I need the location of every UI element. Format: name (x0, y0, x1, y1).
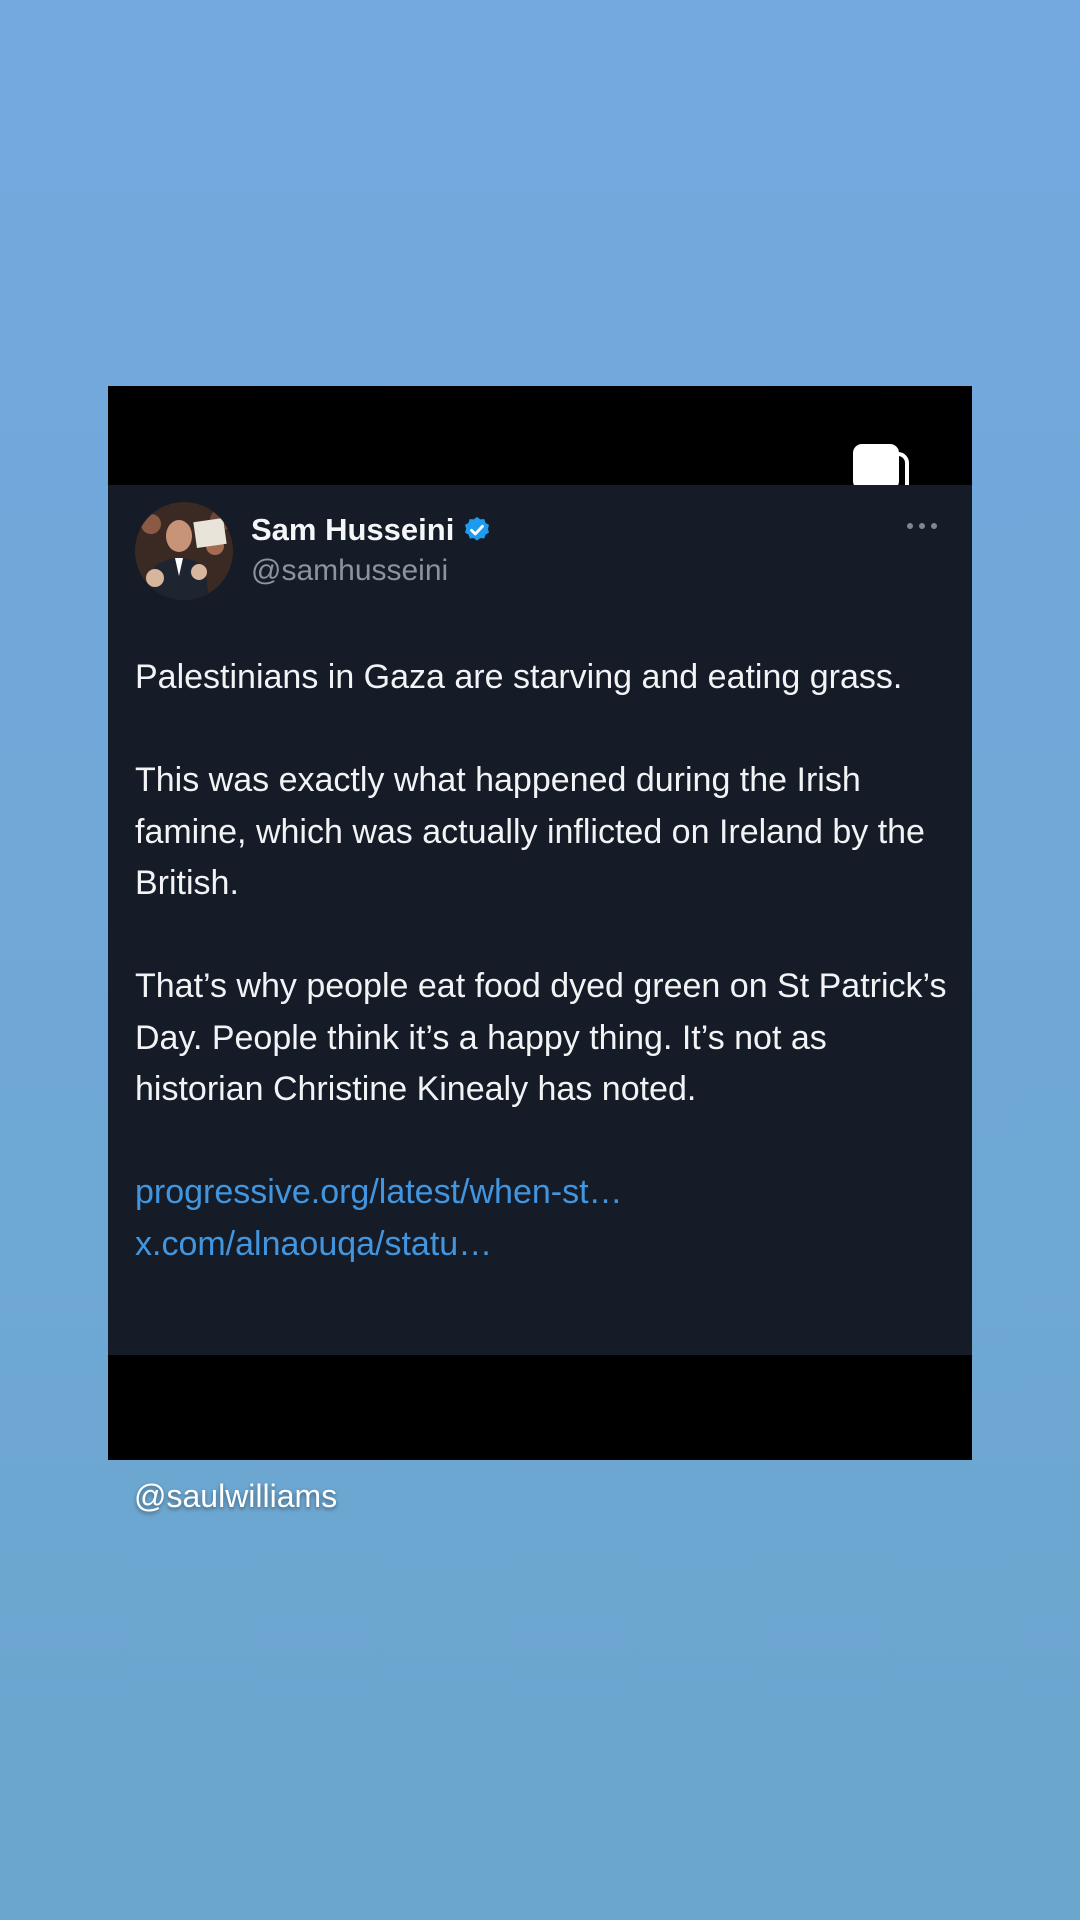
tweet-paragraph: Palestinians in Gaza are starving and ea… (135, 658, 903, 696)
tweet-link-progressive[interactable]: progressive.org/latest/when-st… (135, 1173, 623, 1211)
tweet-paragraph: This was exactly what happened during th… (135, 761, 925, 902)
author-name[interactable]: Sam Husseini (251, 512, 454, 548)
tweet-text: Palestinians in Gaza are starving and ea… (135, 652, 955, 1270)
author-name-row: Sam Husseini (251, 512, 492, 548)
verified-badge-icon (465, 516, 490, 541)
shared-post-frame[interactable]: Sam Husseini @samhusseini Palestinians i… (108, 386, 972, 1460)
tweet-links: progressive.org/latest/when-st… x.com/al… (135, 1167, 955, 1270)
tweet-paragraph: That’s why people eat food dyed green on… (135, 967, 947, 1108)
tweet-link-x[interactable]: x.com/alnaouqa/statu… (135, 1225, 492, 1263)
more-horizontal-icon[interactable] (905, 519, 939, 533)
avatar[interactable] (135, 502, 233, 600)
story-caption-mention[interactable]: @saulwilliams (134, 1476, 337, 1516)
tweet-card[interactable]: Sam Husseini @samhusseini Palestinians i… (108, 485, 972, 1355)
author-handle[interactable]: @samhusseini (251, 553, 448, 589)
